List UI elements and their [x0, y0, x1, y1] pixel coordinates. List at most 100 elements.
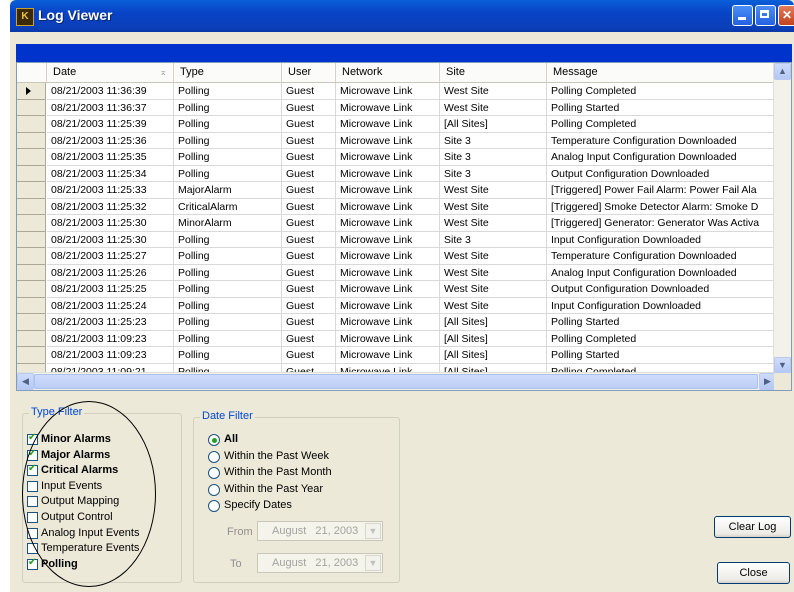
table-cell: 08/21/2003 11:25:39	[47, 116, 174, 133]
table-cell: Microwave Link	[336, 99, 440, 116]
table-row[interactable]: 08/21/2003 11:25:33 MajorAlarm Guest Microw…	[17, 182, 791, 199]
row-header[interactable]	[17, 198, 46, 215]
table-row[interactable]: 08/21/2003 11:36:37 Polling Guest Microwave…	[17, 99, 791, 116]
log-grid[interactable]: Date ⌅ Type User Network Site Message 08/…	[16, 62, 792, 391]
table-cell: Microwave Link	[336, 231, 440, 248]
radio-label: Within the Past Week	[224, 449, 329, 462]
table-cell: West Site	[440, 83, 547, 100]
table-cell: 08/21/2003 11:25:23	[47, 314, 174, 331]
row-header[interactable]	[17, 165, 46, 182]
row-header[interactable]	[17, 297, 46, 314]
radio-icon[interactable]	[208, 483, 220, 496]
table-row[interactable]: 08/21/2003 11:25:39 Polling Guest Microwave…	[17, 116, 791, 133]
table-row[interactable]: 08/21/2003 11:25:36 Polling Guest Microwave…	[17, 132, 791, 149]
table-row[interactable]: 08/21/2003 11:25:24 Polling Guest Microwave…	[17, 297, 791, 314]
column-header-type[interactable]: Type	[174, 63, 282, 82]
table-cell: West Site	[440, 215, 547, 232]
table-cell: Microwave Link	[336, 264, 440, 281]
table-row[interactable]: 08/21/2003 11:09:23 Polling Guest Microwave…	[17, 347, 791, 364]
row-header[interactable]	[17, 264, 46, 281]
checkbox-icon[interactable]	[27, 557, 38, 570]
table-cell: Polling Completed	[547, 116, 777, 133]
table-cell: Microwave Link	[336, 132, 440, 149]
row-header[interactable]	[17, 330, 46, 347]
row-header[interactable]	[17, 149, 46, 166]
table-row[interactable]: 08/21/2003 11:09:23 Polling Guest Microwave…	[17, 330, 791, 347]
table-cell: 08/21/2003 11:25:27	[47, 248, 174, 265]
chevron-down-icon[interactable]: ▼	[365, 555, 381, 571]
row-header[interactable]	[17, 116, 46, 133]
annotation-circle	[22, 401, 156, 587]
table-row[interactable]: 08/21/2003 11:25:23 Polling Guest Microwave…	[17, 314, 791, 331]
table-cell: Polling Started	[547, 99, 777, 116]
table-row[interactable]: 08/21/2003 11:36:39 Polling Guest Microwave…	[17, 83, 791, 100]
table-cell: MinorAlarm	[174, 215, 282, 232]
row-header[interactable]	[17, 248, 46, 265]
table-cell: Microwave Link	[336, 330, 440, 347]
row-header[interactable]	[17, 281, 46, 298]
column-header-message[interactable]: Message	[547, 63, 777, 82]
current-row-arrow-icon	[26, 87, 31, 95]
row-header[interactable]	[17, 132, 46, 149]
column-header-site[interactable]: Site	[440, 63, 547, 82]
table-row[interactable]: 08/21/2003 11:25:30 Polling Guest Microwave…	[17, 231, 791, 248]
table-cell: Input Configuration Downloaded	[547, 231, 777, 248]
table-row[interactable]: 08/21/2003 11:25:27 Polling Guest Microwave…	[17, 248, 791, 265]
row-header[interactable]	[17, 231, 46, 248]
radio-icon[interactable]	[208, 500, 220, 512]
table-cell: Microwave Link	[336, 215, 440, 232]
column-header-user[interactable]: User	[282, 63, 336, 82]
column-header-network[interactable]: Network	[336, 63, 440, 82]
accent-bar	[16, 44, 792, 62]
app-icon: K	[16, 8, 34, 26]
table-cell: Polling Started	[547, 314, 777, 331]
radio-icon[interactable]	[208, 450, 220, 463]
table-cell: 08/21/2003 11:25:34	[47, 165, 174, 182]
to-date-value: August 21, 2003	[272, 557, 359, 569]
close-button[interactable]: Close	[717, 562, 790, 584]
row-header[interactable]	[17, 314, 46, 331]
table-row[interactable]: 08/21/2003 11:25:30 MinorAlarm Guest Microw…	[17, 215, 791, 232]
table-cell: Site 3	[440, 165, 547, 182]
row-header[interactable]	[17, 182, 46, 199]
row-header[interactable]	[17, 83, 46, 100]
chevron-down-icon[interactable]: ▼	[365, 523, 381, 539]
row-header[interactable]	[17, 347, 46, 364]
radio-icon[interactable]	[208, 434, 220, 446]
row-header[interactable]	[17, 215, 46, 232]
scroll-left-icon[interactable]: ◀	[17, 373, 34, 390]
minimize-button[interactable]	[732, 5, 753, 26]
horizontal-scrollbar[interactable]: ◀ ▶	[17, 372, 776, 390]
clear-log-button[interactable]: Clear Log	[714, 516, 791, 538]
table-cell: Guest	[282, 116, 336, 133]
table-cell: West Site	[440, 264, 547, 281]
table-cell: Guest	[282, 314, 336, 331]
maximize-button[interactable]	[755, 5, 776, 26]
to-date-picker[interactable]: August 21, 2003 ▼	[257, 553, 383, 573]
table-cell: Microwave Link	[336, 248, 440, 265]
column-header-date[interactable]: Date ⌅	[47, 63, 174, 82]
row-header[interactable]	[17, 99, 46, 116]
from-date-picker[interactable]: August 21, 2003 ▼	[257, 521, 383, 541]
horizontal-scroll-thumb[interactable]	[34, 374, 758, 389]
title-bar[interactable]: K Log Viewer	[10, 0, 794, 32]
table-cell: Microwave Link	[336, 281, 440, 298]
radio-label: Specify Dates	[224, 499, 292, 511]
table-row[interactable]: 08/21/2003 11:25:35 Polling Guest Microwave…	[17, 149, 791, 166]
table-row[interactable]: 08/21/2003 11:25:26 Polling Guest Microwave…	[17, 264, 791, 281]
radio-icon[interactable]	[208, 467, 220, 479]
scroll-down-icon[interactable]: ▼	[774, 357, 791, 374]
table-row[interactable]: 08/21/2003 11:25:32 CriticalAlarm Guest Mic…	[17, 198, 791, 215]
table-cell: Guest	[282, 215, 336, 232]
close-window-button[interactable]	[778, 5, 794, 26]
table-cell: Microwave Link	[336, 149, 440, 166]
table-row[interactable]: 08/21/2003 11:25:25 Polling Guest Microwave…	[17, 281, 791, 298]
table-cell: Polling	[174, 297, 282, 314]
table-cell: Microwave Link	[336, 165, 440, 182]
vertical-scrollbar[interactable]: ▲	[773, 63, 791, 373]
radio-label: Within the Past Month	[224, 466, 332, 478]
table-row[interactable]: 08/21/2003 11:25:34 Polling Guest Microwave…	[17, 165, 791, 182]
from-label: From	[227, 526, 253, 538]
scroll-up-icon[interactable]: ▲	[774, 63, 791, 80]
table-cell: Polling	[174, 347, 282, 364]
